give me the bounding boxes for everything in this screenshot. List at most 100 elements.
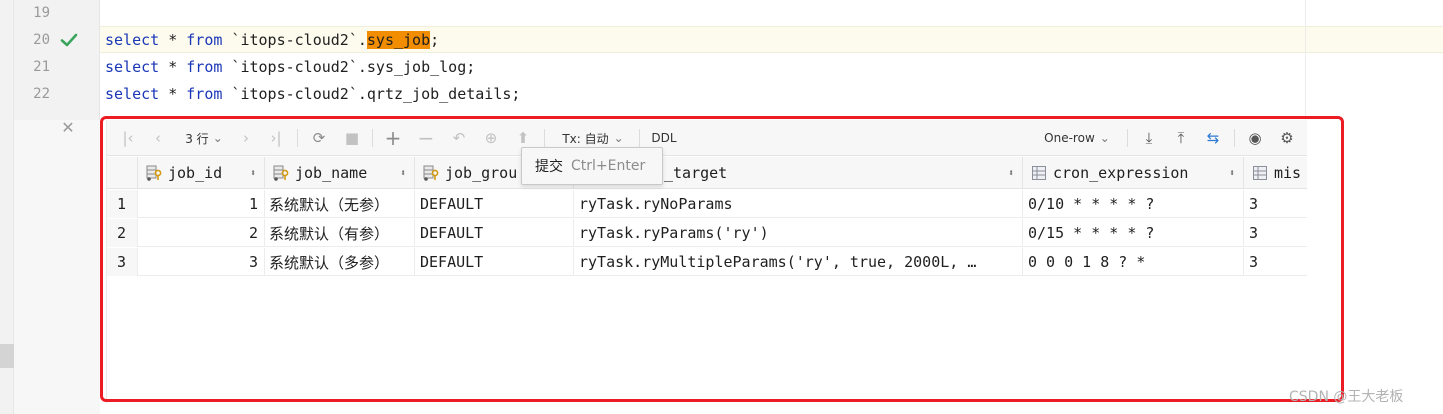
toolbar-divider xyxy=(544,129,545,147)
results-toolbar: |‹ ‹ 3 行 ⌄ › ›| ⟳ ■ + − ↶ ⊕ ⬆ Tx: 自动 ⌄ DDL… xyxy=(107,120,1307,156)
column-name: _target xyxy=(664,164,728,182)
view-icon[interactable]: ◉ xyxy=(1243,126,1267,150)
cell-misfire[interactable]: 3 xyxy=(1244,190,1307,218)
tooltip-shortcut: Ctrl+Enter xyxy=(571,158,646,174)
settings-icon[interactable]: ⚙ xyxy=(1275,126,1299,150)
line-number: 19 xyxy=(33,5,50,21)
line-number: 22 xyxy=(33,86,50,102)
primary-key-column-icon xyxy=(146,165,162,181)
line-number: 21 xyxy=(33,59,50,75)
cell-invoke-target[interactable]: ryTask.ryNoParams xyxy=(574,190,1023,218)
delete-row-icon[interactable]: − xyxy=(414,126,438,150)
sort-icon[interactable]: ⬍ xyxy=(1229,168,1235,179)
results-panel: |‹ ‹ 3 行 ⌄ › ›| ⟳ ■ + − ↶ ⊕ ⬆ Tx: 自动 ⌄ DDL… xyxy=(106,120,1307,403)
toolbar-divider xyxy=(1234,129,1235,147)
cell-job-name[interactable]: 系统默认（有参） xyxy=(265,219,415,247)
cell-invoke-target[interactable]: ryTask.ryMultipleParams('ry', true, 2000… xyxy=(574,248,1023,276)
cell-misfire[interactable]: 3 xyxy=(1244,219,1307,247)
cell-job-name[interactable]: 系统默认（无参） xyxy=(265,190,415,218)
table-row[interactable]: 1 1 系统默认（无参） DEFAULT ryTask.ryNoParams 0… xyxy=(107,190,1307,218)
keyword: from xyxy=(186,31,223,49)
keyword: select xyxy=(105,85,160,103)
results-gutter xyxy=(14,120,100,414)
code-line[interactable]: select * from `itops-cloud2`.sys_job; xyxy=(105,27,439,54)
table-row[interactable]: 2 2 系统默认（有参） DEFAULT ryTask.ryParams('ry… xyxy=(107,219,1307,247)
column-header-misfire[interactable]: mis xyxy=(1244,157,1307,189)
column-header-job-id[interactable]: job_id ⬍ xyxy=(138,157,265,189)
close-icon[interactable]: ✕ xyxy=(60,120,76,136)
cell-job-id[interactable]: 2 xyxy=(138,219,265,247)
tx-mode-label: Tx: 自动 xyxy=(562,131,609,146)
rows-count-label: 3 行 xyxy=(185,131,209,146)
code-line[interactable]: select * from `itops-cloud2`.sys_job_log… xyxy=(105,54,475,81)
last-page-icon[interactable]: ›| xyxy=(265,126,287,150)
line-number: 20 xyxy=(33,32,50,48)
view-mode-label: One-row xyxy=(1044,131,1095,145)
rows-count-dropdown[interactable]: 3 行 ⌄ xyxy=(179,126,229,150)
submit-icon[interactable]: ⊕ xyxy=(479,126,503,150)
toolbar-divider xyxy=(1127,129,1128,147)
chevron-down-icon: ⌄ xyxy=(613,131,624,145)
compare-icon[interactable]: ⇆ xyxy=(1201,126,1225,150)
code-line[interactable]: select * from `itops-cloud2`.qrtz_job_de… xyxy=(105,81,520,108)
keyword: select xyxy=(105,58,160,76)
cell-job-group[interactable]: DEFAULT xyxy=(415,248,574,276)
view-mode-dropdown[interactable]: One-row ⌄ xyxy=(1039,126,1115,150)
code-text: ; xyxy=(430,31,440,49)
cell-misfire[interactable]: 3 xyxy=(1244,248,1307,276)
refresh-icon[interactable]: ⟳ xyxy=(307,126,331,150)
add-row-icon[interactable]: + xyxy=(381,126,405,150)
cell-job-name[interactable]: 系统默认（多参） xyxy=(265,248,415,276)
column-header-job-name[interactable]: job_name ⬍ xyxy=(265,157,415,189)
chevron-down-icon: ⌄ xyxy=(1099,131,1110,145)
code-text: `itops-cloud2`.sys_job_log; xyxy=(222,58,476,76)
primary-key-column-icon xyxy=(273,165,289,181)
sort-icon[interactable]: ⬍ xyxy=(400,168,406,179)
code-text: * xyxy=(159,58,187,76)
keyword: from xyxy=(186,85,223,103)
check-icon xyxy=(60,33,78,47)
right-margin-guide xyxy=(1305,0,1306,120)
cell-cron-expression[interactable]: 0/15 * * * * ? xyxy=(1023,219,1244,247)
toolbar-divider xyxy=(639,129,640,147)
table-row[interactable]: 3 3 系统默认（多参） DEFAULT ryTask.ryMultiplePa… xyxy=(107,248,1307,276)
column-icon xyxy=(1253,166,1267,180)
column-name: job_grou xyxy=(445,164,518,182)
row-number: 2 xyxy=(107,219,138,247)
chevron-down-icon: ⌄ xyxy=(212,131,223,145)
cell-job-group[interactable]: DEFAULT xyxy=(415,219,574,247)
code-text: `itops-cloud2`.qrtz_job_details; xyxy=(222,85,521,103)
code-text: * xyxy=(159,31,187,49)
cell-cron-expression[interactable]: 0/10 * * * * ? xyxy=(1023,190,1244,218)
sort-icon[interactable]: ⬍ xyxy=(250,168,256,179)
revert-icon[interactable]: ↶ xyxy=(447,126,471,150)
code-text: `itops-cloud2`. xyxy=(222,31,367,49)
sort-icon[interactable]: ⬍ xyxy=(1008,168,1014,179)
keyword: select xyxy=(105,31,160,49)
cell-invoke-target[interactable]: ryTask.ryParams('ry') xyxy=(574,219,1023,247)
gutter-separator xyxy=(99,0,100,120)
column-name: mis xyxy=(1274,164,1302,182)
primary-key-column-icon xyxy=(423,165,439,181)
first-page-icon[interactable]: |‹ xyxy=(117,126,139,150)
cell-cron-expression[interactable]: 0 0 0 1 8 ? * xyxy=(1023,248,1244,276)
column-name: job_id xyxy=(168,164,223,182)
next-page-icon[interactable]: › xyxy=(235,126,257,150)
row-number: 1 xyxy=(107,190,138,218)
grid-header: job_id ⬍ job_name ⬍ job_grou _target ⬍ cron… xyxy=(107,157,1307,189)
toolbar-divider xyxy=(297,129,298,147)
column-icon xyxy=(1032,166,1046,180)
column-header-cron-expression[interactable]: cron_expression ⬍ xyxy=(1023,157,1244,189)
row-number: 3 xyxy=(107,248,138,276)
cell-job-group[interactable]: DEFAULT xyxy=(415,190,574,218)
upload-icon[interactable]: ⤒ xyxy=(1169,126,1193,150)
cell-job-id[interactable]: 1 xyxy=(138,190,265,218)
row-number-header xyxy=(107,157,138,189)
stop-icon[interactable]: ■ xyxy=(340,126,364,150)
download-icon[interactable]: ⤓ xyxy=(1137,126,1161,150)
prev-page-icon[interactable]: ‹ xyxy=(147,126,169,150)
cell-job-id[interactable]: 3 xyxy=(138,248,265,276)
submit-tooltip: 提交 Ctrl+Enter xyxy=(521,147,663,185)
keyword: from xyxy=(186,58,223,76)
highlighted-identifier: sys_job xyxy=(366,31,431,49)
